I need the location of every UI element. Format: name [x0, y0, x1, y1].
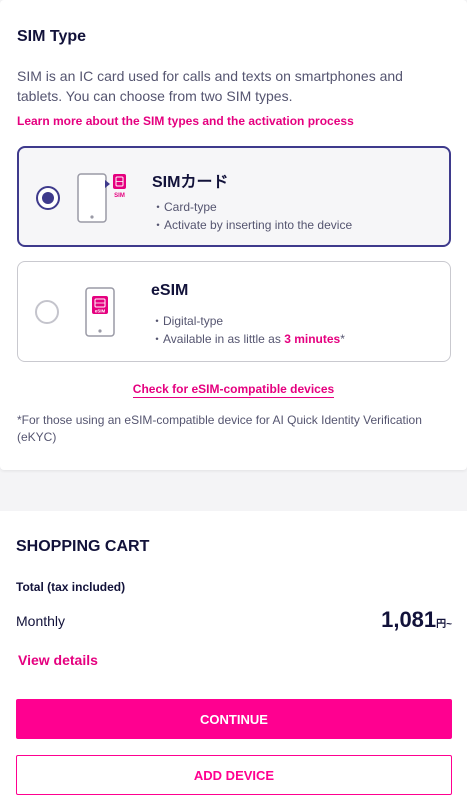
shopping-cart-title: SHOPPING CART [16, 538, 150, 555]
sim-card-features: Card-type Activate by inserting into the… [152, 198, 352, 234]
check-esim-devices-link[interactable]: Check for eSIM-compatible devices [132, 382, 335, 398]
esim-feature-prefix: Available in as little as [163, 332, 285, 346]
esim-icon: eSIM [85, 287, 115, 337]
esim-features: Digital-type Available in as little as 3… [151, 312, 345, 348]
esim-icon-label: eSIM [95, 309, 106, 314]
learn-more-link[interactable]: Learn more about the SIM types and the a… [17, 114, 354, 128]
view-details-link[interactable]: View details [18, 652, 98, 668]
price-value: 1,081 [381, 607, 437, 632]
sim-type-card: SIM Type SIM is an IC card used for call… [0, 0, 467, 470]
esim-feature-suffix: * [340, 332, 345, 346]
sim-card-feature: Card-type [152, 198, 352, 216]
esim-option[interactable]: eSIM eSIM Digital-type Available in as l… [17, 261, 451, 362]
sim-card-name: SIMカード [152, 174, 229, 191]
esim-activation-time: 3 minutes [284, 332, 341, 346]
sim-type-title: SIM Type [17, 28, 87, 45]
esim-name: eSIM [151, 282, 189, 299]
sim-card-radio[interactable] [36, 186, 60, 210]
total-label: Total (tax included) [16, 580, 126, 594]
ekyc-note: *For those using an eSIM-compatible devi… [17, 413, 422, 444]
monthly-label: Monthly [16, 613, 66, 629]
continue-button[interactable]: CONTINUE [16, 699, 452, 739]
add-device-button[interactable]: ADD DEVICE [16, 755, 452, 795]
monthly-price: 1,081円~ [381, 607, 452, 633]
sim-icon-label: SIM [114, 193, 125, 199]
sim-card-option[interactable]: SIM SIMカード Card-type Activate by inserti… [17, 146, 451, 247]
esim-feature: Digital-type [151, 312, 345, 330]
physical-sim-icon: SIM [77, 173, 126, 223]
esim-radio[interactable] [35, 300, 59, 324]
sim-type-description: SIM is an IC card used for calls and tex… [17, 68, 403, 104]
esim-feature-activation: Available in as little as 3 minutes* [151, 330, 345, 348]
check-esim-devices: Check for eSIM-compatible devices [0, 380, 467, 398]
shopping-cart-panel: SHOPPING CART Total (tax included) Month… [0, 511, 467, 803]
price-unit: 円~ [436, 619, 452, 630]
sim-card-feature: Activate by inserting into the device [152, 216, 352, 234]
